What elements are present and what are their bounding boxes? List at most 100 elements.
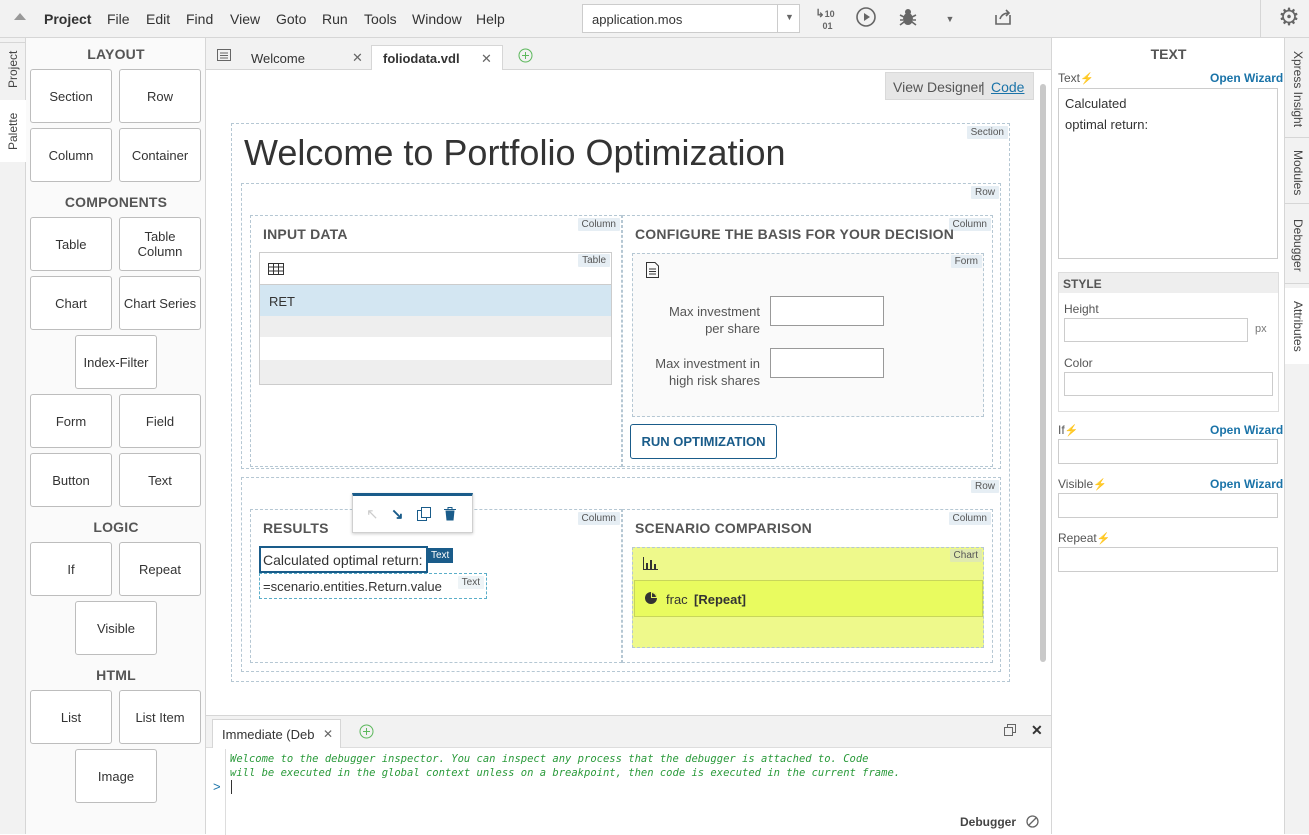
text-component[interactable]: =scenario.entities.Return.value Text bbox=[259, 573, 487, 599]
max-investment-per-share-input[interactable] bbox=[770, 296, 884, 326]
palette-repeat[interactable]: Repeat bbox=[119, 542, 201, 596]
move-up-arrow-icon[interactable]: ↖ bbox=[366, 505, 379, 523]
palette-table-column[interactable]: Table Column bbox=[119, 217, 201, 271]
share-icon[interactable] bbox=[990, 6, 1016, 32]
run-icon[interactable] bbox=[853, 6, 879, 32]
menu-window[interactable]: Window bbox=[412, 11, 462, 27]
menu-tools[interactable]: Tools bbox=[364, 11, 397, 27]
palette-chart-series[interactable]: Chart Series bbox=[119, 276, 201, 330]
run-optimization-button[interactable]: RUN OPTIMIZATION bbox=[630, 424, 777, 459]
restore-window-icon[interactable] bbox=[1004, 724, 1016, 739]
column-configure[interactable]: Column CONFIGURE THE BASIS FOR YOUR DECI… bbox=[622, 215, 993, 467]
move-down-arrow-icon[interactable]: ↘ bbox=[391, 505, 404, 523]
palette-image[interactable]: Image bbox=[75, 749, 157, 803]
close-panel-icon[interactable]: ✕ bbox=[1031, 722, 1043, 739]
page-title[interactable]: Welcome to Portfolio Optimization bbox=[244, 132, 786, 174]
text-component-selected[interactable]: Calculated optimal return: bbox=[259, 546, 428, 573]
section-container[interactable]: Section Welcome to Portfolio Optimizatio… bbox=[231, 123, 1010, 682]
chart-component[interactable]: Chart frac [Repeat] bbox=[632, 547, 984, 648]
open-wizard-link[interactable]: Open Wizard bbox=[1210, 477, 1283, 491]
trash-icon[interactable] bbox=[444, 507, 456, 524]
table-component[interactable]: Table RET bbox=[259, 252, 612, 385]
open-wizard-link[interactable]: Open Wizard bbox=[1210, 423, 1283, 437]
html-heading: HTML bbox=[96, 667, 136, 683]
menu-edit[interactable]: Edit bbox=[146, 11, 170, 27]
menu-find[interactable]: Find bbox=[186, 11, 213, 27]
section-tag: Section bbox=[966, 126, 1008, 139]
palette-field[interactable]: Field bbox=[119, 394, 201, 448]
tab-palette[interactable]: Palette bbox=[0, 100, 26, 162]
palette-form[interactable]: Form bbox=[30, 394, 112, 448]
tab-welcome[interactable]: Welcome ✕ bbox=[239, 46, 369, 70]
menu-file[interactable]: File bbox=[107, 11, 130, 27]
palette-visible[interactable]: Visible bbox=[75, 601, 157, 655]
palette-list[interactable]: List bbox=[30, 690, 112, 744]
text-expression: =scenario.entities.Return.value bbox=[263, 579, 442, 594]
max-investment-high-risk-input[interactable] bbox=[770, 348, 884, 378]
debug-bug-icon[interactable] bbox=[895, 6, 921, 32]
tab-modules[interactable]: Modules bbox=[1285, 142, 1309, 204]
repeat-attr-label: Repeat⚡ bbox=[1058, 531, 1110, 545]
more-dropdown-icon[interactable]: ▼ bbox=[937, 6, 963, 32]
text-attr-textarea[interactable]: Calculated optimal return: bbox=[1058, 88, 1278, 259]
chart-series[interactable]: frac [Repeat] bbox=[634, 580, 983, 617]
palette-list-item[interactable]: List Item bbox=[119, 690, 201, 744]
palette-chart[interactable]: Chart bbox=[30, 276, 112, 330]
menu-help[interactable]: Help bbox=[476, 11, 505, 27]
tab-attributes[interactable]: Attributes bbox=[1285, 288, 1309, 364]
palette-container[interactable]: Container bbox=[119, 128, 201, 182]
open-wizard-link[interactable]: Open Wizard bbox=[1210, 71, 1283, 85]
menu-project[interactable]: Project bbox=[44, 11, 91, 27]
step-over-icon[interactable]: ↳10 01 bbox=[812, 8, 838, 34]
lightning-icon: ⚡ bbox=[1064, 425, 1079, 437]
if-attr-input[interactable] bbox=[1058, 439, 1278, 464]
palette-column[interactable]: Column bbox=[30, 128, 112, 182]
palette-text[interactable]: Text bbox=[119, 453, 201, 507]
row-tag: Row bbox=[970, 480, 999, 493]
height-input[interactable] bbox=[1064, 318, 1248, 342]
tab-foliodata-label: foliodata.vdl bbox=[383, 51, 460, 66]
close-icon[interactable]: ✕ bbox=[352, 50, 363, 66]
tab-xpress-insight[interactable]: Xpress Insight bbox=[1285, 42, 1309, 138]
tab-project[interactable]: Project bbox=[0, 42, 26, 96]
table-tag: Table bbox=[578, 254, 610, 267]
console-input[interactable] bbox=[231, 780, 232, 794]
palette-button[interactable]: Button bbox=[30, 453, 112, 507]
column-scenario[interactable]: Column SCENARIO COMPARISON Chart frac [R… bbox=[622, 509, 993, 663]
duplicate-icon[interactable] bbox=[417, 507, 431, 524]
disconnected-icon[interactable] bbox=[1026, 815, 1039, 831]
repeat-attr-input[interactable] bbox=[1058, 547, 1278, 572]
row-1[interactable]: Row Column INPUT DATA Table RET Column C… bbox=[241, 183, 1001, 469]
designer-scrollbar[interactable] bbox=[1040, 84, 1046, 662]
menu-view[interactable]: View bbox=[230, 11, 260, 27]
palette-table[interactable]: Table bbox=[30, 217, 112, 271]
close-icon[interactable]: ✕ bbox=[323, 727, 333, 741]
view-designer-label[interactable]: View Designer bbox=[893, 79, 983, 95]
element-toolbar: ↖ ↘ bbox=[352, 493, 473, 533]
table-row bbox=[260, 337, 611, 360]
palette-section[interactable]: Section bbox=[30, 69, 112, 123]
menu-goto[interactable]: Goto bbox=[276, 11, 306, 27]
form-component[interactable]: Form Max investment per share Max invest… bbox=[632, 253, 984, 417]
palette-index-filter[interactable]: Index-Filter bbox=[75, 335, 157, 389]
tab-immediate[interactable]: Immediate (Deb ✕ bbox=[212, 719, 341, 748]
tab-list-icon[interactable] bbox=[217, 49, 231, 64]
visible-attr-input[interactable] bbox=[1058, 493, 1278, 518]
add-tab-icon[interactable] bbox=[359, 724, 374, 742]
tab-foliodata[interactable]: foliodata.vdl ✕ bbox=[371, 45, 503, 71]
color-input[interactable] bbox=[1064, 372, 1273, 396]
visible-attr-label: Visible⚡ bbox=[1058, 477, 1107, 491]
code-view-link[interactable]: Code bbox=[991, 79, 1024, 95]
layout-heading: LAYOUT bbox=[87, 46, 145, 62]
palette-if[interactable]: If bbox=[30, 542, 112, 596]
add-tab-icon[interactable] bbox=[518, 48, 533, 66]
table-row[interactable]: RET bbox=[260, 284, 611, 316]
run-target-select[interactable]: application.mos ▼ bbox=[582, 4, 800, 33]
collapse-up-icon[interactable] bbox=[14, 13, 26, 20]
menu-run[interactable]: Run bbox=[322, 11, 348, 27]
tab-debugger[interactable]: Debugger bbox=[1285, 208, 1309, 284]
palette-row[interactable]: Row bbox=[119, 69, 201, 123]
gear-icon[interactable]: ⚙ bbox=[1276, 5, 1302, 31]
close-icon[interactable]: ✕ bbox=[481, 51, 492, 67]
column-input-data[interactable]: Column INPUT DATA Table RET bbox=[250, 215, 622, 467]
